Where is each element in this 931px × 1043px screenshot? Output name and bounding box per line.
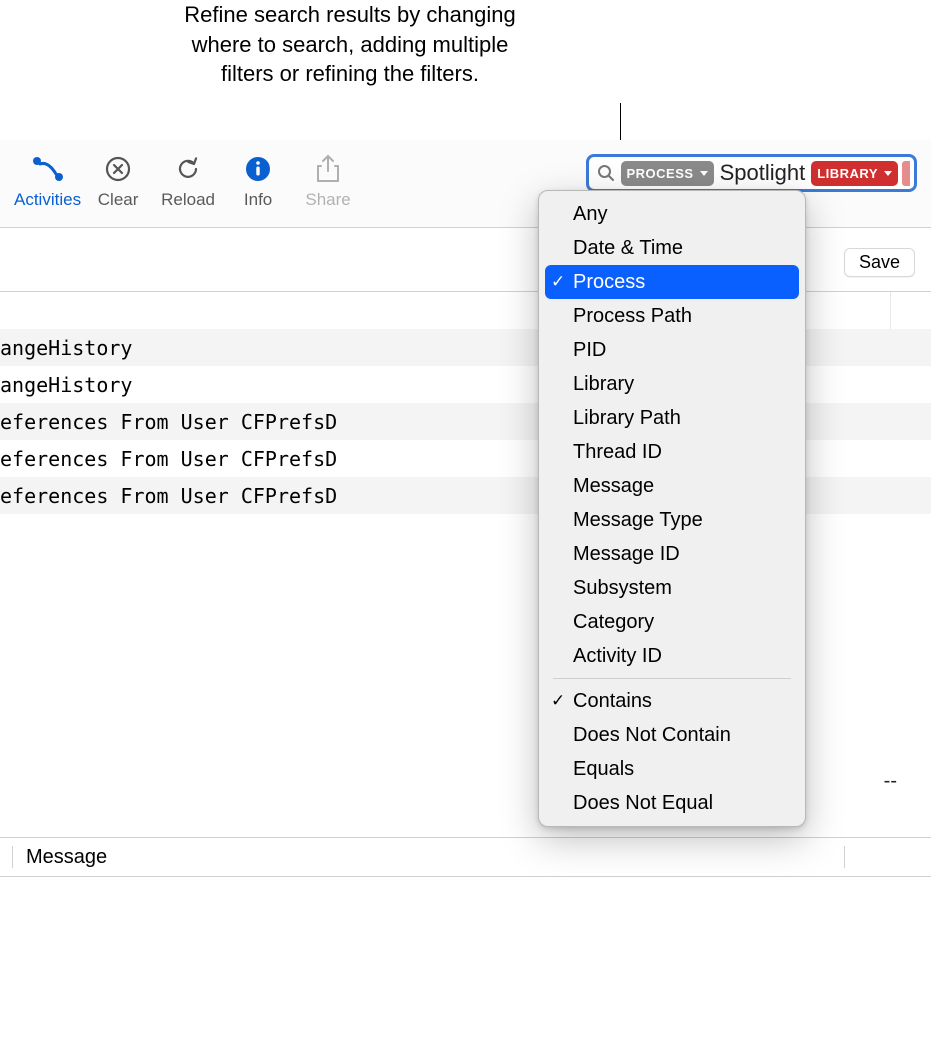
chevron-down-icon [700, 171, 708, 176]
info-label: Info [244, 190, 272, 210]
callout-annotation: Refine search results by changing where … [180, 0, 520, 89]
reload-button[interactable]: Reload [155, 150, 221, 210]
column-separator [844, 846, 845, 868]
menu-item-does-not-equal[interactable]: Does Not Equal [545, 786, 799, 820]
info-button[interactable]: Info [225, 150, 291, 210]
detail-column-header: Message [0, 837, 931, 877]
menu-item-message[interactable]: Message [545, 469, 799, 503]
menu-item-equals[interactable]: Equals [545, 752, 799, 786]
info-icon [244, 150, 272, 188]
clear-button[interactable]: Clear [85, 150, 151, 210]
menu-item-process[interactable]: ✓Process [545, 265, 799, 299]
menu-item-pid[interactable]: PID [545, 333, 799, 367]
detail-placeholder: -- [884, 770, 897, 793]
column-separator [12, 846, 13, 868]
search-field[interactable]: PROCESS Spotlight LIBRARY [586, 154, 918, 192]
reload-label: Reload [161, 190, 215, 210]
save-button[interactable]: Save [844, 248, 915, 277]
menu-item-library-path[interactable]: Library Path [545, 401, 799, 435]
menu-divider [553, 678, 791, 679]
filter-dropdown-menu: Any Date & Time ✓Process Process Path PI… [538, 190, 806, 827]
reload-icon [174, 150, 202, 188]
menu-item-contains[interactable]: ✓Contains [545, 684, 799, 718]
share-label: Share [305, 190, 350, 210]
search-scope-token[interactable]: LIBRARY [811, 161, 898, 186]
chevron-down-icon [884, 171, 892, 176]
menu-item-library[interactable]: Library [545, 367, 799, 401]
menu-item-message-id[interactable]: Message ID [545, 537, 799, 571]
checkmark-icon: ✓ [551, 691, 565, 711]
search-icon [595, 164, 617, 182]
column-message-label[interactable]: Message [26, 846, 107, 869]
search-value[interactable]: Spotlight [718, 160, 808, 186]
menu-item-activity-id[interactable]: Activity ID [545, 639, 799, 673]
activities-label: Activities [14, 190, 81, 210]
menu-item-message-type[interactable]: Message Type [545, 503, 799, 537]
activities-button[interactable]: Activities [14, 150, 81, 210]
clear-label: Clear [98, 190, 139, 210]
search-scope-label: LIBRARY [817, 166, 878, 181]
menu-item-does-not-contain[interactable]: Does Not Contain [545, 718, 799, 752]
menu-item-date-time[interactable]: Date & Time [545, 231, 799, 265]
search-token-fragment [902, 161, 910, 186]
menu-item-process-path[interactable]: Process Path [545, 299, 799, 333]
menu-item-category[interactable]: Category [545, 605, 799, 639]
menu-item-subsystem[interactable]: Subsystem [545, 571, 799, 605]
search-filter-token[interactable]: PROCESS [621, 161, 714, 186]
share-icon [315, 150, 341, 188]
clear-icon [104, 150, 132, 188]
activities-icon [31, 150, 65, 188]
share-button: Share [295, 150, 361, 210]
checkmark-icon: ✓ [551, 272, 565, 292]
menu-item-any[interactable]: Any [545, 197, 799, 231]
menu-item-thread-id[interactable]: Thread ID [545, 435, 799, 469]
search-filter-label: PROCESS [627, 166, 694, 181]
